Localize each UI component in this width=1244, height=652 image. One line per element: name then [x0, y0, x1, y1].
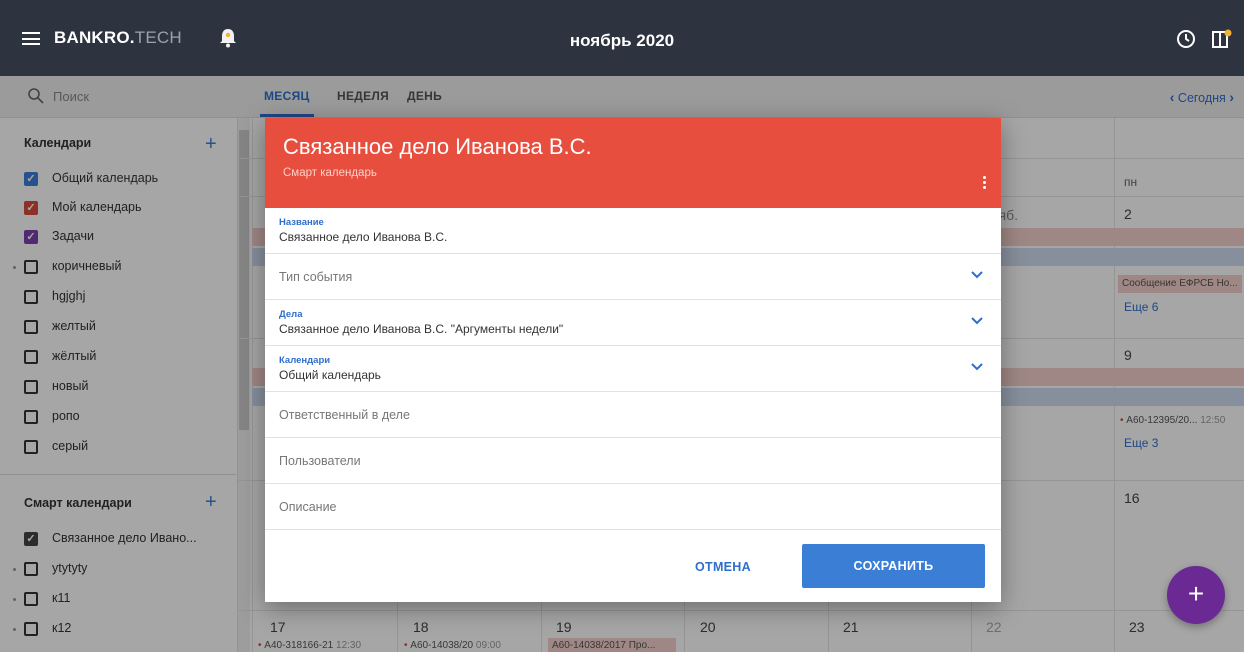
dialog-title: Связанное дело Иванова В.С.: [283, 134, 592, 159]
responsible-input[interactable]: Ответственный в деле: [279, 408, 410, 422]
description-field[interactable]: Описание: [265, 484, 1001, 530]
users-input[interactable]: Пользователи: [279, 454, 361, 468]
description-input[interactable]: Описание: [279, 500, 337, 514]
field-label: Дела: [279, 309, 303, 320]
cancel-button[interactable]: ОТМЕНА: [695, 560, 751, 574]
chevron-down-icon[interactable]: [970, 270, 984, 280]
event-type-field[interactable]: Тип события: [265, 254, 1001, 300]
name-field[interactable]: Название Связанное дело Иванова В.С.: [265, 208, 1001, 254]
more-options-icon[interactable]: [983, 176, 987, 191]
chevron-down-icon[interactable]: [970, 316, 984, 326]
event-type-select[interactable]: Тип события: [279, 270, 352, 284]
users-field[interactable]: Пользователи: [265, 438, 1001, 484]
field-label: Календари: [279, 355, 331, 366]
chevron-down-icon[interactable]: [970, 362, 984, 372]
top-bar: BANKRO.TECH ноябрь 2020: [0, 0, 1244, 76]
calendars-field[interactable]: Календари Общий календарь: [265, 346, 1001, 392]
dialog-subtitle: Смарт календарь: [283, 167, 377, 179]
clock-icon[interactable]: [1176, 29, 1196, 49]
cases-field[interactable]: Дела Связанное дело Иванова В.С. "Аргуме…: [265, 300, 1001, 346]
month-title: ноябрь 2020: [569, 31, 675, 50]
cases-select[interactable]: Связанное дело Иванова В.С. "Аргументы н…: [279, 322, 563, 336]
name-input[interactable]: Связанное дело Иванова В.С.: [279, 230, 447, 244]
dialog-header: Связанное дело Иванова В.С. Смарт календ…: [265, 118, 1001, 208]
field-label: Название: [279, 217, 324, 228]
save-button[interactable]: СОХРАНИТЬ: [802, 544, 985, 588]
add-event-button[interactable]: +: [1167, 566, 1225, 624]
notifications-panel-icon[interactable]: [1211, 28, 1233, 50]
event-dialog: Связанное дело Иванова В.С. Смарт календ…: [265, 118, 1001, 602]
responsible-field[interactable]: Ответственный в деле: [265, 392, 1001, 438]
calendars-select[interactable]: Общий календарь: [279, 368, 381, 382]
